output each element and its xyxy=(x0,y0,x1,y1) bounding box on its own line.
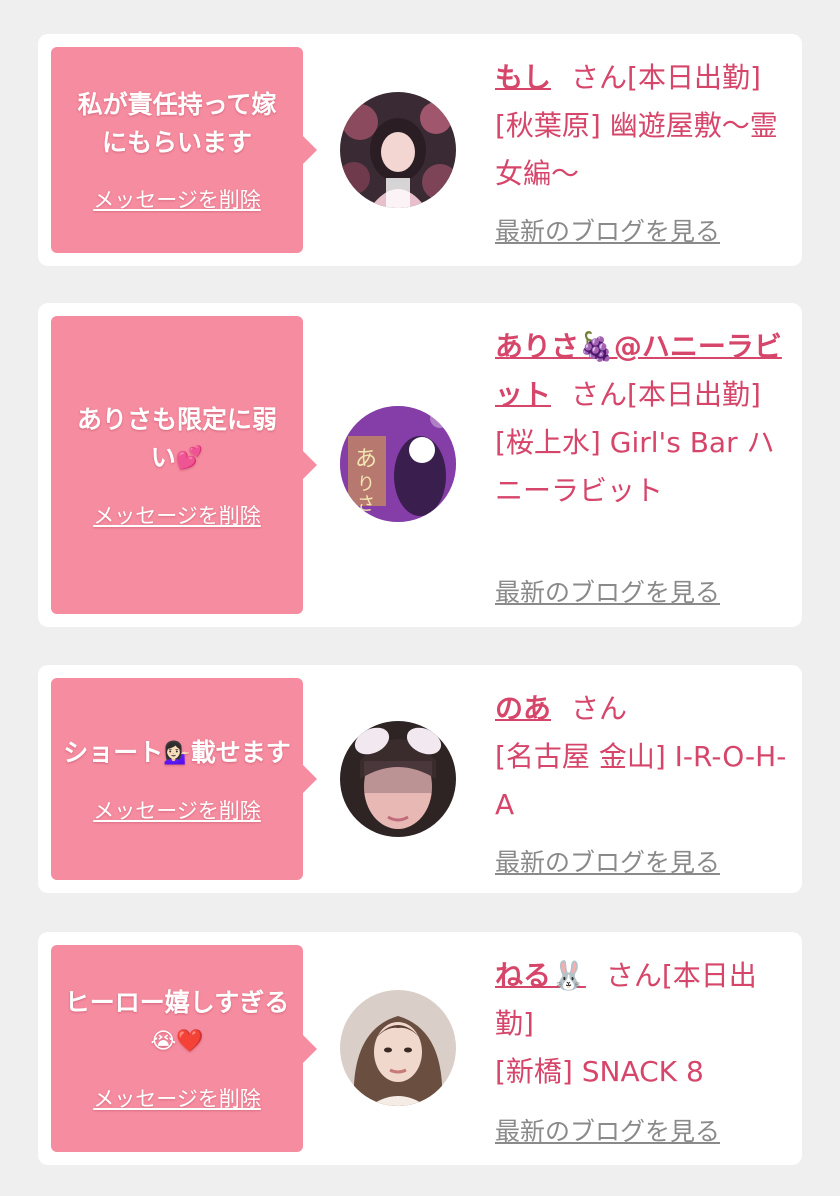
sender-info: のあ さん [名古屋 金山] I-R-O-H-A xyxy=(495,685,788,829)
sender-name-link[interactable]: ねる🐰 xyxy=(495,959,586,992)
svg-text:さ: さ xyxy=(357,494,375,515)
message-body-start: ショート xyxy=(63,737,164,767)
status-text: さん xyxy=(571,692,628,725)
message-bubble: ありさも限定に弱い💕 メッセージを削除 xyxy=(51,316,317,614)
message-body: ヒーロー嬉しすぎる xyxy=(64,988,290,1017)
latest-blog-link[interactable]: 最新のブログを見る xyxy=(495,843,720,879)
delete-message-link[interactable]: メッセージを削除 xyxy=(93,795,261,825)
delete-message-link[interactable]: メッセージを削除 xyxy=(93,184,261,214)
message-card: 私が責任持って嫁にもらいます メッセージを削除 もし さん[本日出勤] [秋葉原]… xyxy=(38,34,802,266)
message-bubble: 私が責任持って嫁にもらいます メッセージを削除 xyxy=(51,47,317,253)
svg-text:あ: あ xyxy=(355,447,377,472)
message-bubble: ヒーロー嬉しすぎる 😭❤️ メッセージを削除 xyxy=(51,945,317,1152)
avatar[interactable] xyxy=(340,92,456,208)
message-card: ショート💁🏻‍♀️載せます メッセージを削除 のあ さん [名古屋 金山] I-R… xyxy=(38,665,802,893)
shop-text: [秋葉原] 幽遊屋敷〜霊女編〜 xyxy=(495,109,778,190)
latest-blog-link[interactable]: 最新のブログを見る xyxy=(495,1112,720,1148)
sender-line: ねる🐰 さん[本日出勤] xyxy=(495,952,788,1048)
shop-text: [新橋] SNACK 8 xyxy=(495,1055,704,1088)
sender-name-link[interactable]: のあ xyxy=(495,692,551,725)
avatar[interactable] xyxy=(340,990,456,1106)
sender-name-link[interactable]: もし xyxy=(495,61,551,94)
sender-info: もし さん[本日出勤] [秋葉原] 幽遊屋敷〜霊女編〜 xyxy=(495,54,788,198)
shop-text: [名古屋 金山] I-R-O-H-A xyxy=(495,740,787,821)
status-text: さん[本日出勤] xyxy=(571,378,761,411)
sender-info: ありさ🍇@ハニーラビット さん[本日出勤] [桜上水] Girl's Bar ハニ… xyxy=(495,323,788,515)
message-body-end: 載せます xyxy=(190,737,291,767)
person-tipping-hand-emoji-icon: 💁🏻‍♀️ xyxy=(163,740,191,766)
avatar[interactable] xyxy=(340,721,456,837)
message-text: ショート💁🏻‍♀️載せます xyxy=(62,734,292,773)
shop-text: [桜上水] Girl's Bar ハニーラビット xyxy=(495,426,775,507)
sender-line: もし さん[本日出勤] xyxy=(495,54,788,102)
message-text: 私が責任持って嫁にもらいます xyxy=(77,90,277,157)
delete-message-link[interactable]: メッセージを削除 xyxy=(93,1083,261,1113)
message-text: ヒーロー嬉しすぎる 😭❤️ xyxy=(62,984,292,1061)
sender-line: ありさ🍇@ハニーラビット さん[本日出勤] xyxy=(495,323,788,419)
heart-emoji-icon: 💕 xyxy=(175,445,204,471)
message-text: ありさも限定に弱い💕 xyxy=(67,401,287,478)
latest-blog-link[interactable]: 最新のブログを見る xyxy=(495,212,720,248)
delete-message-link[interactable]: メッセージを削除 xyxy=(93,500,261,530)
avatar[interactable]: あ り さ xyxy=(340,406,456,522)
status-text: さん[本日出勤] xyxy=(571,61,761,94)
message-card: ヒーロー嬉しすぎる 😭❤️ メッセージを削除 ねる🐰 さん[本日出勤] [新橋] S… xyxy=(38,932,802,1165)
message-bubble: ショート💁🏻‍♀️載せます メッセージを削除 xyxy=(51,678,317,880)
sender-info: ねる🐰 さん[本日出勤] [新橋] SNACK 8 xyxy=(495,952,788,1096)
latest-blog-link[interactable]: 最新のブログを見る xyxy=(495,573,720,609)
crying-heart-emoji-icon: 😭❤️ xyxy=(150,1029,204,1054)
svg-text:り: り xyxy=(357,474,375,495)
message-card: ありさも限定に弱い💕 メッセージを削除 あ り さ ありさ🍇@ハニーラビット さん… xyxy=(38,303,802,627)
sender-line: のあ さん xyxy=(495,685,788,733)
